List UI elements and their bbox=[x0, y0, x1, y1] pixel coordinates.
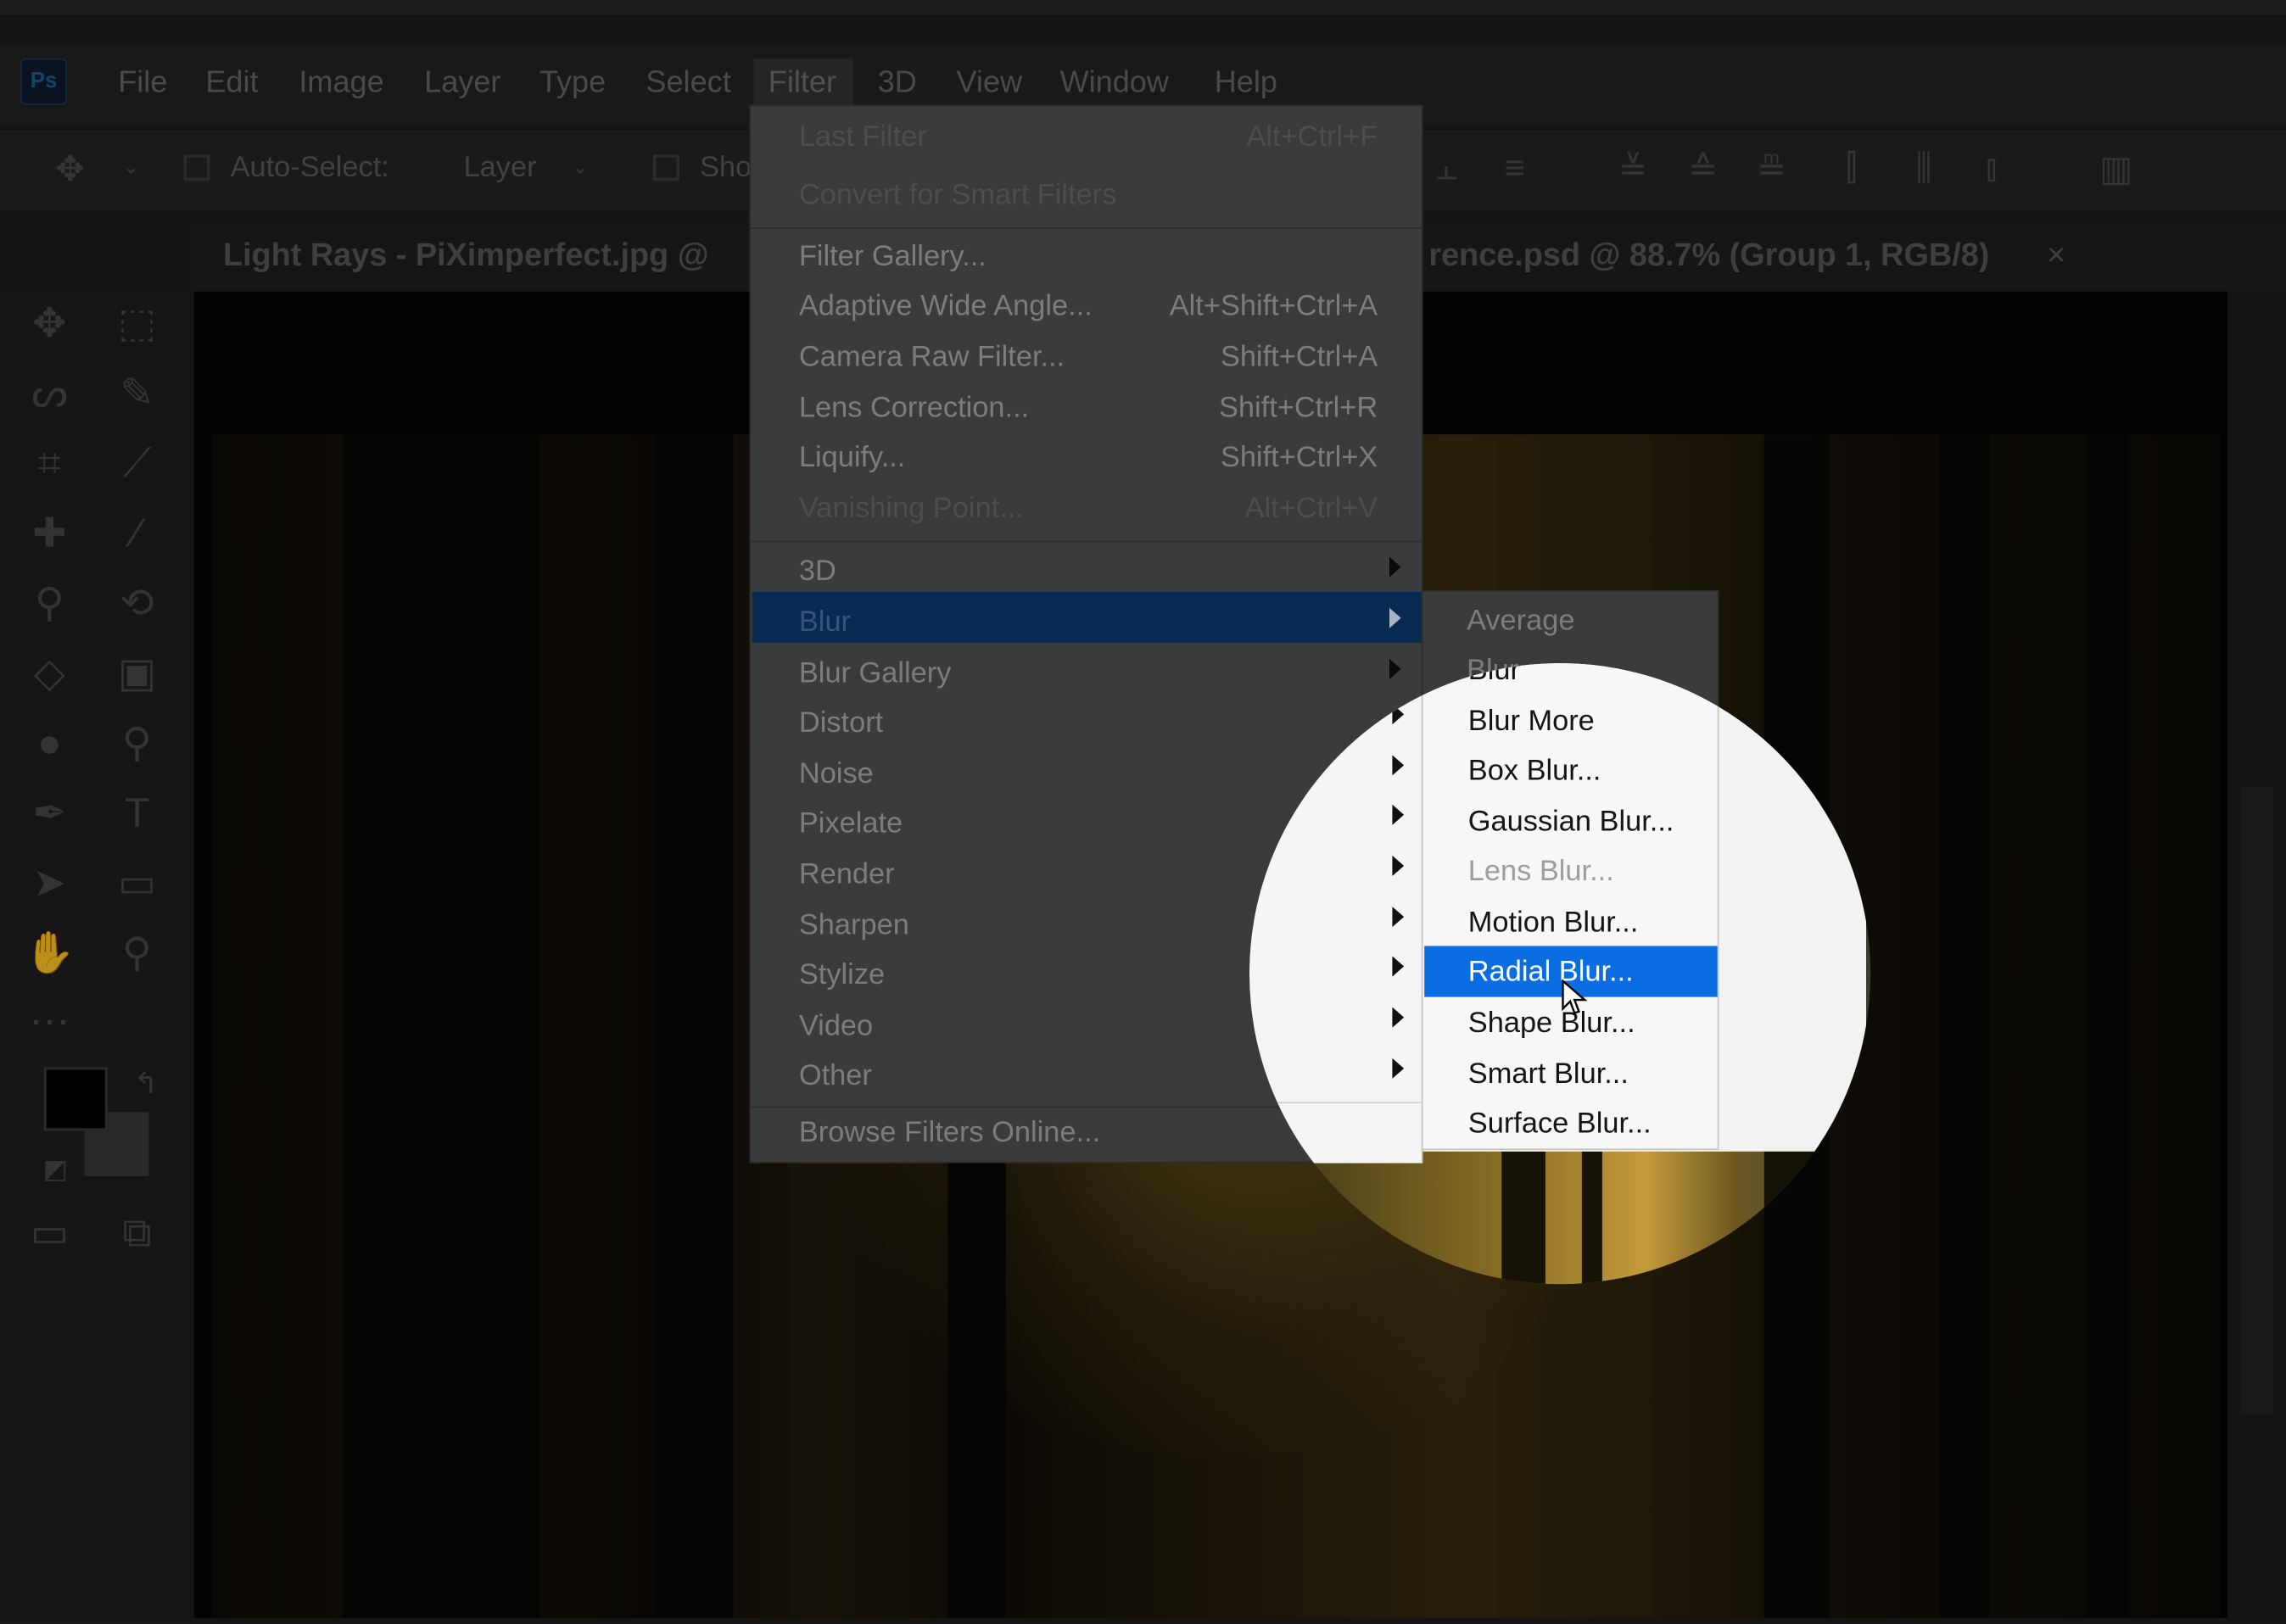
menu-item-other[interactable]: Other bbox=[799, 1060, 872, 1094]
submenu-arrow-icon bbox=[1392, 1058, 1405, 1079]
submenu-arrow-icon bbox=[1392, 855, 1405, 876]
magnified-blur-submenu: Blur Blur More Box Blur... Gaussian Blur… bbox=[1421, 663, 1719, 1151]
submenu-arrow-icon bbox=[1392, 956, 1405, 977]
submenu-arrow-icon bbox=[1392, 804, 1405, 825]
shortcut-liquify: Shift+Ctrl+X bbox=[1220, 441, 1378, 474]
menu-item-browse-filters-online[interactable]: Browse Filters Online... bbox=[799, 1117, 1100, 1151]
submenu-arrow-icon bbox=[1392, 755, 1405, 776]
submenu-item-blur[interactable]: Blur bbox=[1468, 663, 1520, 688]
menu-item-blur-highlight[interactable] bbox=[752, 591, 1423, 643]
submenu-arrow-icon bbox=[1392, 1007, 1405, 1028]
menu-item-noise[interactable]: Noise bbox=[799, 758, 874, 792]
menu-item-3d[interactable]: 3D bbox=[799, 555, 836, 589]
menu-item-adaptive-wide-angle[interactable]: Adaptive Wide Angle... bbox=[799, 290, 1093, 324]
submenu-item-shape-blur[interactable]: Shape Blur... bbox=[1468, 1007, 1635, 1041]
shortcut-lens-correction: Shift+Ctrl+R bbox=[1218, 392, 1378, 425]
menu-item-sharpen[interactable]: Sharpen bbox=[799, 910, 909, 944]
menu-item-vanishing-point[interactable]: Vanishing Point... bbox=[799, 493, 1024, 527]
menu-separator bbox=[751, 227, 1422, 229]
submenu-item-surface-blur[interactable]: Surface Blur... bbox=[1468, 1108, 1652, 1141]
submenu-item-motion-blur[interactable]: Motion Blur... bbox=[1468, 907, 1639, 940]
submenu-item-gaussian-blur[interactable]: Gaussian Blur... bbox=[1468, 806, 1674, 840]
menu-separator bbox=[751, 540, 1422, 543]
submenu-item-lens-blur[interactable]: Lens Blur... bbox=[1468, 856, 1614, 890]
menu-item-video[interactable]: Video bbox=[799, 1010, 873, 1044]
tree-trunk bbox=[1581, 1151, 1602, 1285]
menu-item-filter-gallery[interactable]: Filter Gallery... bbox=[799, 241, 987, 275]
shortcut-adaptive-wide-angle: Alt+Shift+Ctrl+A bbox=[1169, 290, 1378, 322]
menu-item-stylize[interactable]: Stylize bbox=[799, 959, 885, 993]
submenu-arrow-icon bbox=[1392, 704, 1405, 725]
menu-item-blur-gallery[interactable]: Blur Gallery bbox=[799, 657, 952, 691]
shortcut-last-filter: Alt+Ctrl+F bbox=[1246, 120, 1378, 153]
menu-separator bbox=[1254, 1102, 1423, 1104]
submenu-arrow-icon bbox=[1389, 607, 1401, 628]
menu-item-distort[interactable]: Distort bbox=[799, 707, 883, 741]
tree-trunk bbox=[1501, 1151, 1545, 1285]
shortcut-vanishing-point: Alt+Ctrl+V bbox=[1244, 492, 1378, 525]
submenu-arrow-icon bbox=[1389, 556, 1401, 578]
menu-item-blur[interactable]: Blur bbox=[799, 606, 851, 640]
menu-item-lens-correction[interactable]: Lens Correction... bbox=[799, 392, 1029, 426]
magnifier-spotlight: Blur Blur More Box Blur... Gaussian Blur… bbox=[1249, 663, 1871, 1285]
submenu-item-average[interactable]: Average bbox=[1467, 605, 1574, 639]
submenu-arrow-icon bbox=[1392, 907, 1405, 928]
submenu-item-smart-blur[interactable]: Smart Blur... bbox=[1468, 1058, 1629, 1092]
menu-item-pixelate[interactable]: Pixelate bbox=[799, 807, 903, 841]
menu-item-render[interactable]: Render bbox=[799, 858, 895, 892]
submenu-item-box-blur[interactable]: Box Blur... bbox=[1468, 755, 1601, 789]
menu-item-liquify[interactable]: Liquify... bbox=[799, 442, 905, 476]
menu-item-convert-smart-filters[interactable]: Convert for Smart Filters bbox=[799, 179, 1116, 213]
menu-item-last-filter[interactable]: Last Filter bbox=[799, 121, 927, 155]
submenu-item-blur-more[interactable]: Blur More bbox=[1468, 706, 1595, 739]
shortcut-camera-raw-filter: Shift+Ctrl+A bbox=[1220, 341, 1378, 373]
submenu-item-radial-blur[interactable]: Radial Blur... bbox=[1468, 957, 1634, 991]
photoshop-window: Ps File Edit Image Layer Type Select Fil… bbox=[0, 0, 2286, 1624]
menu-item-camera-raw-filter[interactable]: Camera Raw Filter... bbox=[799, 341, 1065, 375]
